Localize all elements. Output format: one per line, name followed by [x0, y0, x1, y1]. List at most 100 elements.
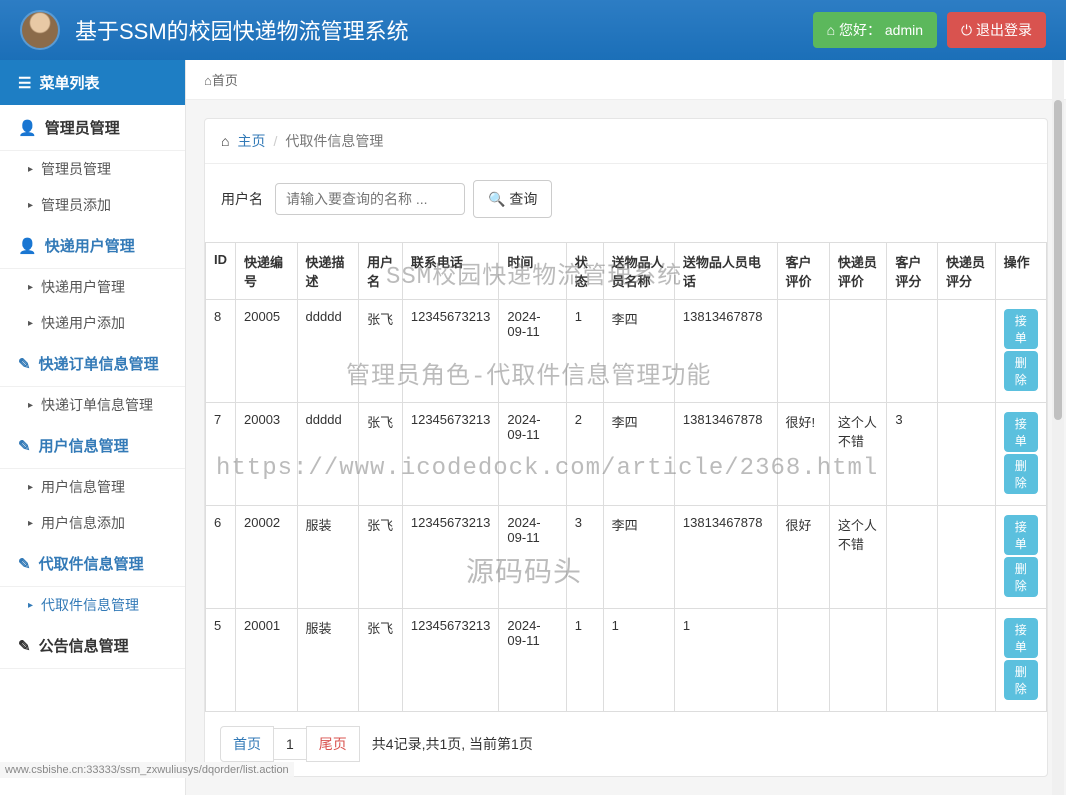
page-first[interactable]: 首页 — [220, 726, 274, 762]
table-header-cell: 时间 — [499, 243, 566, 300]
table-cell: 5 — [206, 609, 236, 712]
sidebar-item-user-info-manage[interactable]: ▸用户信息管理 — [0, 469, 185, 505]
breadcrumb-home-link[interactable]: 主页 — [237, 131, 265, 151]
table-cell: 2024-09-11 — [499, 609, 566, 712]
breadcrumb: ⌂ 主页 / 代取件信息管理 — [205, 119, 1047, 164]
table-cell: 张飞 — [359, 300, 403, 403]
table-cell: 3 — [566, 506, 603, 609]
sidebar-item-admin-manage[interactable]: ▸管理员管理 — [0, 151, 185, 187]
table-cell: 1 — [566, 300, 603, 403]
table-cell — [938, 506, 996, 609]
table-header-cell: 快递员评价 — [829, 243, 887, 300]
table-cell: 20005 — [236, 300, 298, 403]
page-last[interactable]: 尾页 — [306, 726, 360, 762]
sidebar-item-user-info-add[interactable]: ▸用户信息添加 — [0, 505, 185, 541]
table-header-cell: ID — [206, 243, 236, 300]
menu-icon: ☰ — [18, 74, 31, 92]
sidebar-section-pickup[interactable]: ✎ 代取件信息管理 — [0, 541, 185, 587]
action-cell: 接单删除 — [995, 300, 1046, 403]
table-cell — [829, 609, 887, 712]
search-button[interactable]: 🔍 查询 — [473, 180, 552, 218]
search-icon: 🔍 — [488, 191, 509, 207]
logout-button[interactable]: ⏻ 退出登录 — [947, 12, 1046, 48]
table-cell — [887, 506, 938, 609]
table-header-cell: 快递编号 — [236, 243, 298, 300]
topbar: 基于SSM的校园快递物流管理系统 ⌂ 您好： admin ⏻ 退出登录 — [0, 0, 1066, 60]
table-header-cell: 快递员评分 — [938, 243, 996, 300]
table-row: 520001服装张飞123456732132024-09-11111接单删除 — [206, 609, 1047, 712]
content: ⌂首页 ⌂ 主页 / 代取件信息管理 用户名 🔍 查询 ID快递编号快递描述用户… — [186, 60, 1066, 795]
table-cell: 李四 — [603, 403, 674, 506]
delete-button[interactable]: 删除 — [1004, 454, 1038, 494]
table-cell — [938, 300, 996, 403]
table-cell: 这个人不错 — [829, 403, 887, 506]
accept-button[interactable]: 接单 — [1004, 618, 1038, 658]
main-panel: ⌂ 主页 / 代取件信息管理 用户名 🔍 查询 ID快递编号快递描述用户名联系电… — [204, 118, 1048, 777]
table-cell: 12345673213 — [402, 403, 499, 506]
action-cell: 接单删除 — [995, 506, 1046, 609]
table-body: 820005ddddd张飞123456732132024-09-111李四138… — [206, 300, 1047, 712]
sidebar-item-order-manage[interactable]: ▸快递订单信息管理 — [0, 387, 185, 423]
sidebar-item-express-user-manage[interactable]: ▸快递用户管理 — [0, 269, 185, 305]
user-icon: 👤 — [18, 237, 37, 255]
table-cell: 张飞 — [359, 609, 403, 712]
table-header-cell: 送物品人员电话 — [674, 243, 777, 300]
edit-icon: ✎ — [18, 437, 31, 455]
search-input[interactable] — [275, 183, 465, 215]
table-header-cell: 客户评价 — [777, 243, 829, 300]
avatar — [20, 10, 60, 50]
table-cell — [887, 609, 938, 712]
breadcrumb-top: ⌂首页 — [186, 60, 1066, 100]
delete-button[interactable]: 删除 — [1004, 557, 1038, 597]
breadcrumb-current: 代取件信息管理 — [285, 131, 383, 151]
sidebar: ☰ 菜单列表 👤 管理员管理 ▸管理员管理 ▸管理员添加 👤 快递用户管理 ▸快… — [0, 60, 186, 795]
accept-button[interactable]: 接单 — [1004, 309, 1038, 349]
scroll-thumb[interactable] — [1054, 100, 1062, 420]
menu-header: ☰ 菜单列表 — [0, 60, 185, 105]
table-cell: 13813467878 — [674, 506, 777, 609]
user-icon: 👤 — [18, 119, 37, 137]
action-cell: 接单删除 — [995, 609, 1046, 712]
table-header-row: ID快递编号快递描述用户名联系电话时间状态送物品人员名称送物品人员电话客户评价快… — [206, 243, 1047, 300]
table-header-cell: 客户评分 — [887, 243, 938, 300]
table-cell: 12345673213 — [402, 300, 499, 403]
delete-button[interactable]: 删除 — [1004, 660, 1038, 700]
home-icon: ⌂ — [827, 22, 839, 38]
search-label: 用户名 — [221, 189, 263, 209]
table-cell: 服装 — [297, 506, 359, 609]
delete-button[interactable]: 删除 — [1004, 351, 1038, 391]
edit-icon: ✎ — [18, 355, 31, 373]
greeting-button[interactable]: ⌂ 您好： admin — [813, 12, 937, 48]
table-cell: 6 — [206, 506, 236, 609]
table-cell — [938, 403, 996, 506]
table-cell: 13813467878 — [674, 300, 777, 403]
table-cell: 李四 — [603, 300, 674, 403]
table-cell: 张飞 — [359, 506, 403, 609]
sidebar-section-express-user[interactable]: 👤 快递用户管理 — [0, 223, 185, 269]
accept-button[interactable]: 接单 — [1004, 515, 1038, 555]
power-icon: ⏻ — [961, 22, 976, 38]
table-cell: 1 — [566, 609, 603, 712]
table-cell: 1 — [603, 609, 674, 712]
table-cell — [777, 300, 829, 403]
sidebar-section-notice[interactable]: ✎ 公告信息管理 — [0, 623, 185, 669]
table-row: 820005ddddd张飞123456732132024-09-111李四138… — [206, 300, 1047, 403]
page-current[interactable]: 1 — [273, 728, 307, 760]
url-bar: www.csbishe.cn:33333/ssm_zxwuliusys/dqor… — [0, 762, 294, 778]
sidebar-section-order[interactable]: ✎ 快递订单信息管理 — [0, 341, 185, 387]
sidebar-item-pickup-manage[interactable]: ▸代取件信息管理 — [0, 587, 185, 623]
table-cell: 20002 — [236, 506, 298, 609]
scrollbar[interactable] — [1052, 60, 1064, 795]
sidebar-section-admin[interactable]: 👤 管理员管理 — [0, 105, 185, 151]
table-header-cell: 快递描述 — [297, 243, 359, 300]
sidebar-item-admin-add[interactable]: ▸管理员添加 — [0, 187, 185, 223]
sidebar-item-express-user-add[interactable]: ▸快递用户添加 — [0, 305, 185, 341]
table-cell: 20003 — [236, 403, 298, 506]
table-cell: 这个人不错 — [829, 506, 887, 609]
accept-button[interactable]: 接单 — [1004, 412, 1038, 452]
table-row: 620002服装张飞123456732132024-09-113李四138134… — [206, 506, 1047, 609]
action-cell: 接单删除 — [995, 403, 1046, 506]
sidebar-section-user-info[interactable]: ✎ 用户信息管理 — [0, 423, 185, 469]
table-cell: 1 — [674, 609, 777, 712]
table-cell: ddddd — [297, 403, 359, 506]
